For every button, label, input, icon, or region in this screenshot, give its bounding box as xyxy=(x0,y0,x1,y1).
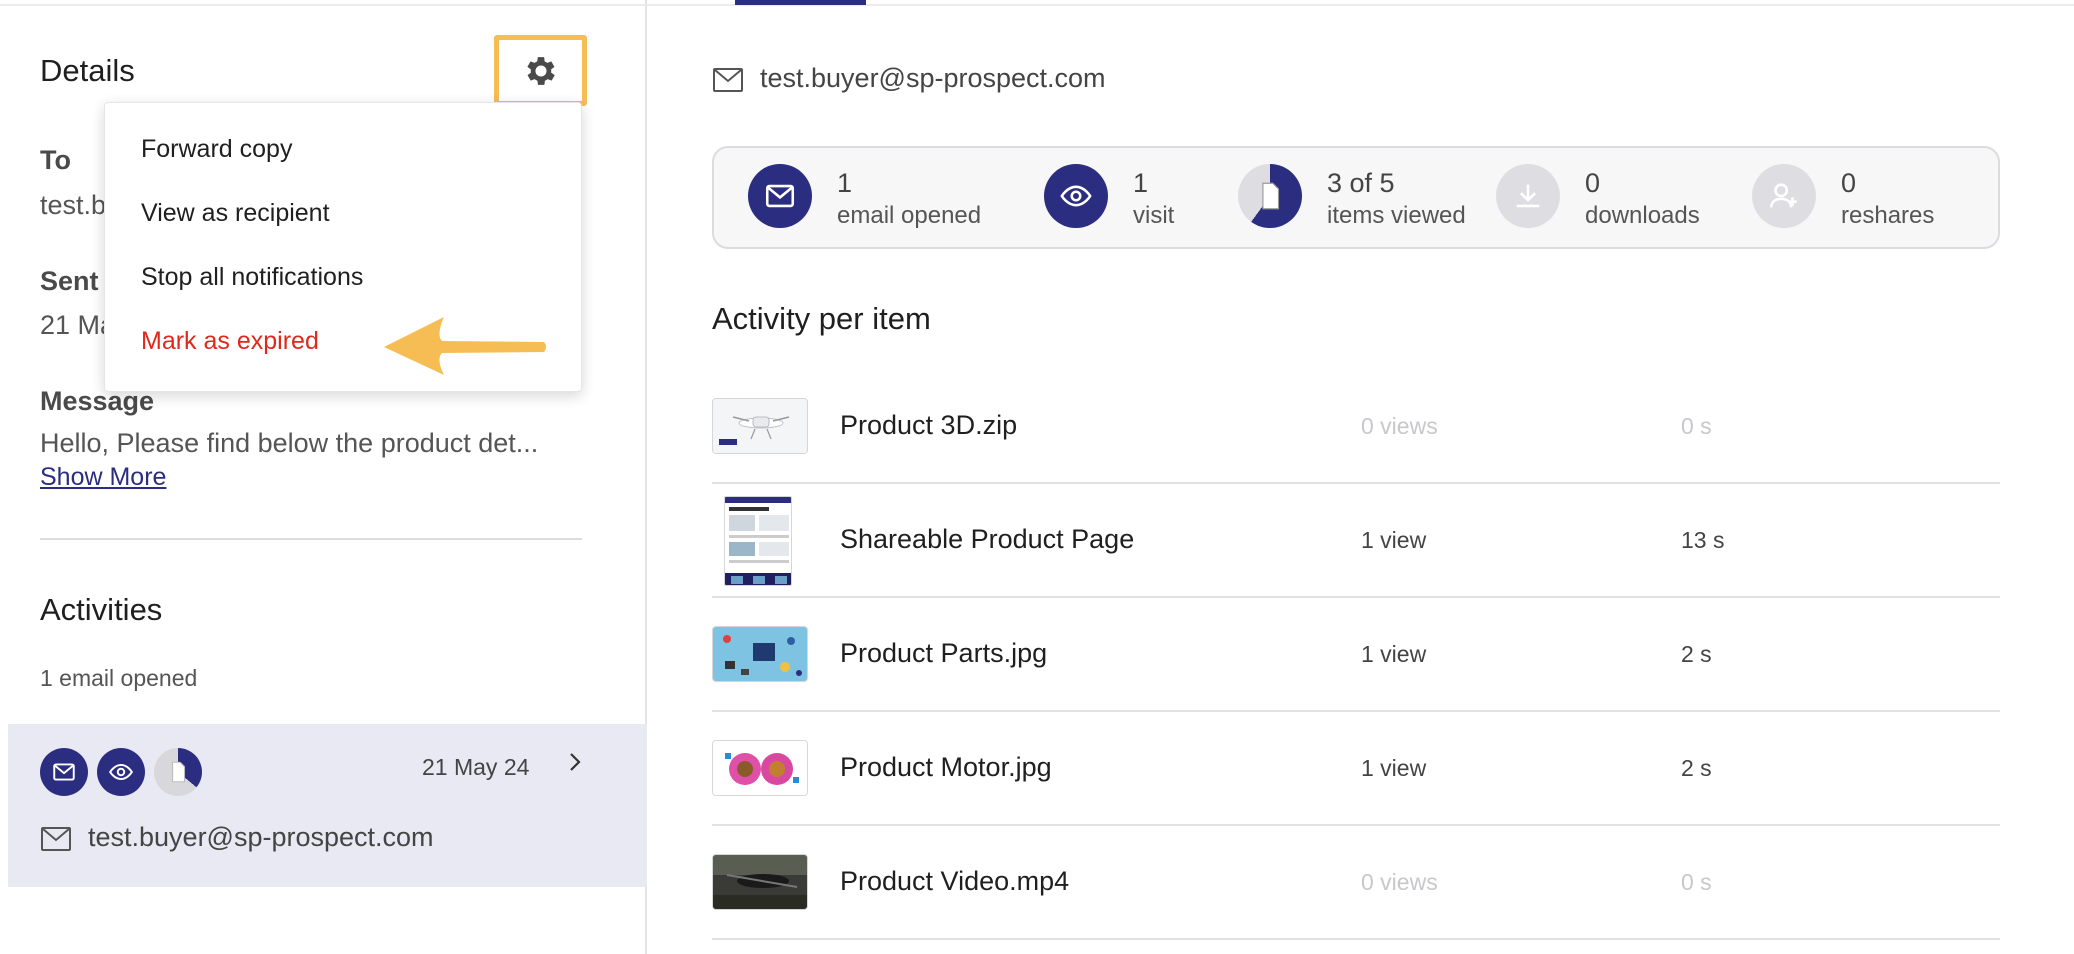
item-name: Product 3D.zip xyxy=(840,410,1018,440)
item-views: 1 view xyxy=(1361,527,1427,553)
list-item[interactable]: Product Parts.jpg 1 view 2 s xyxy=(712,598,2000,712)
item-time: 13 s xyxy=(1681,527,1725,553)
thumbnail-image xyxy=(724,496,792,586)
divider xyxy=(40,538,582,540)
details-title: Details xyxy=(40,53,135,88)
item-name: Shareable Product Page xyxy=(840,524,1135,554)
item-time: 2 s xyxy=(1681,755,1712,781)
stat-value: 1 xyxy=(1133,168,1149,198)
menu-item-mark-as-expired[interactable]: Mark as expired xyxy=(141,327,319,356)
activity-email: test.buyer@sp-prospect.com xyxy=(88,822,434,852)
document-icon xyxy=(154,748,202,796)
activities-title: Activities xyxy=(40,592,163,627)
stat-label: visit xyxy=(1133,202,1175,229)
stat-emails-opened: 1 email opened xyxy=(748,164,982,234)
document-icon xyxy=(1238,164,1302,228)
stat-value: 3 of 5 xyxy=(1327,168,1395,198)
stat-visits: 1 visit xyxy=(1044,164,1194,234)
mail-icon xyxy=(713,68,743,92)
sent-label: Sent xyxy=(40,266,99,296)
stats-summary: 1 email opened 1 visit 3 of 5 items view… xyxy=(712,146,2000,249)
stat-reshares: 0 reshares xyxy=(1752,164,1952,234)
menu-item-stop-notifications[interactable]: Stop all notifications xyxy=(141,263,363,292)
menu-item-forward-copy[interactable]: Forward copy xyxy=(141,135,292,164)
eye-icon xyxy=(1044,164,1108,228)
to-label: To xyxy=(40,145,71,175)
stat-label: reshares xyxy=(1841,202,1935,229)
item-views: 0 views xyxy=(1361,413,1438,439)
activity-date: 21 May 24 xyxy=(422,754,530,780)
item-name: Product Video.mp4 xyxy=(840,866,1070,896)
item-views: 1 view xyxy=(1361,755,1427,781)
chevron-right-icon[interactable] xyxy=(562,750,586,774)
activity-card[interactable]: 21 May 24 test.buyer@sp-prospect.com xyxy=(8,724,647,887)
item-views: 1 view xyxy=(1361,641,1427,667)
recipient-email: test.buyer@sp-prospect.com xyxy=(760,63,1106,93)
item-time: 2 s xyxy=(1681,641,1712,667)
active-tab-indicator xyxy=(735,0,866,5)
mail-icon xyxy=(40,748,88,796)
mail-icon xyxy=(748,164,812,228)
stat-downloads: 0 downloads xyxy=(1496,164,1726,234)
thumbnail-image xyxy=(712,626,808,682)
list-item[interactable]: Product Video.mp4 0 views 0 s xyxy=(712,826,2000,940)
item-views: 0 views xyxy=(1361,869,1438,895)
message-text: Hello, Please find below the product det… xyxy=(40,428,539,458)
activity-per-item-title: Activity per item xyxy=(712,301,931,336)
mail-icon xyxy=(41,827,71,851)
gear-icon xyxy=(526,56,555,85)
details-panel: Details To test.buyer@sp-prospect.com Se… xyxy=(0,0,647,954)
item-name: Product Parts.jpg xyxy=(840,638,1048,668)
thumbnail-image xyxy=(712,740,808,796)
item-time: 0 s xyxy=(1681,869,1712,895)
stat-label: email opened xyxy=(837,202,982,229)
item-name: Product Motor.jpg xyxy=(840,752,1052,782)
stat-value: 1 xyxy=(837,168,853,198)
thumbnail-image xyxy=(712,398,808,454)
eye-icon xyxy=(97,748,145,796)
list-item[interactable]: Product Motor.jpg 1 view 2 s xyxy=(712,712,2000,826)
add-user-icon xyxy=(1752,164,1816,228)
stat-label: downloads xyxy=(1585,202,1700,229)
show-more-link[interactable]: Show More xyxy=(40,463,166,492)
annotation-arrow-icon xyxy=(384,317,546,375)
items-list: Product 3D.zip 0 views 0 s Shareable Pro… xyxy=(712,370,2000,940)
stat-value: 0 xyxy=(1841,168,1857,198)
item-time: 0 s xyxy=(1681,413,1712,439)
list-item[interactable]: Shareable Product Page 1 view 13 s xyxy=(712,484,2000,598)
stat-items-viewed: 3 of 5 items viewed xyxy=(1238,164,1478,234)
activities-summary: 1 email opened xyxy=(40,665,198,691)
settings-button[interactable] xyxy=(494,35,587,106)
stat-label: items viewed xyxy=(1327,202,1466,229)
stat-value: 0 xyxy=(1585,168,1601,198)
thumbnail-image xyxy=(712,854,808,910)
download-icon xyxy=(1496,164,1560,228)
list-item[interactable]: Product 3D.zip 0 views 0 s xyxy=(712,370,2000,484)
menu-item-view-as-recipient[interactable]: View as recipient xyxy=(141,199,330,228)
